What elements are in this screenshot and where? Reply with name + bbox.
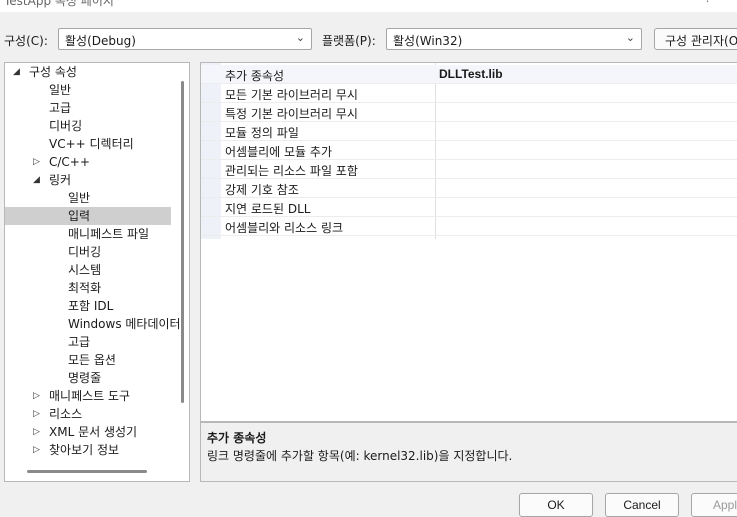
tree-item-label: VC++ 디렉터리 <box>49 137 134 151</box>
property-tree[interactable]: ◢ 구성 속성 일반 고급 디버깅 VC++ 디렉터리 ▷ C/C++ ◢ 링커 일반 입력 매니페스트… <box>4 62 190 482</box>
apply-button[interactable]: Apply <box>691 493 737 517</box>
triangle-right-icon[interactable]: ▷ <box>33 423 40 441</box>
tree-item[interactable]: 디버깅 <box>5 243 171 261</box>
triangle-right-icon[interactable]: ▷ <box>33 153 40 171</box>
help-button[interactable]: ? <box>705 0 711 5</box>
tree-item-label: 일반 <box>49 83 72 97</box>
config-select-value: 활성(Debug) <box>65 34 136 48</box>
config-label: 구성(C): <box>4 34 48 48</box>
tree-item[interactable]: ▷ 리소스 <box>5 405 171 423</box>
property-name: 어셈블리에 모듈 추가 <box>225 145 332 159</box>
ok-button[interactable]: OK <box>519 493 593 517</box>
tree-item-label: XML 문서 생성기 <box>49 425 138 439</box>
tree-item-label: 입력 <box>68 209 91 223</box>
tree-item-label: 고급 <box>68 335 91 349</box>
property-row[interactable]: 어셈블리와 리소스 링크 <box>201 217 737 236</box>
tree-item[interactable]: ▷ XML 문서 생성기 <box>5 423 171 441</box>
property-row[interactable]: 관리되는 리소스 파일 포함 <box>201 160 737 179</box>
tree-item[interactable]: VC++ 디렉터리 <box>5 135 171 153</box>
tree-item-label: 매니페스트 도구 <box>49 389 131 403</box>
tree-item[interactable]: 일반 <box>5 189 171 207</box>
tree-item-label: 최적화 <box>68 281 102 295</box>
property-row[interactable]: 모듈 정의 파일 <box>201 122 737 141</box>
property-row[interactable]: 어셈블리에 모듈 추가 <box>201 141 737 160</box>
tree-item-label: 디버깅 <box>49 119 83 133</box>
chevron-down-icon: ⌄ <box>625 31 635 44</box>
tree-item[interactable]: ◢ 링커 <box>5 171 171 189</box>
config-select[interactable]: 활성(Debug) ⌄ <box>58 28 312 50</box>
tree-item[interactable]: 고급 <box>5 333 171 351</box>
platform-select[interactable]: 활성(Win32) ⌄ <box>386 28 642 50</box>
tree-vertical-scrollbar[interactable] <box>181 81 184 403</box>
ok-button-label: OK <box>547 498 565 512</box>
tree-item-label: 리소스 <box>49 407 83 421</box>
tree-item[interactable]: 포함 IDL <box>5 297 171 315</box>
property-name: 추가 종속성 <box>225 69 285 83</box>
tree-item[interactable]: 최적화 <box>5 279 171 297</box>
configuration-row: 구성(C): 활성(Debug) ⌄ 플랫폼(P): 활성(Win32) ⌄ 구… <box>0 28 737 52</box>
tree-item[interactable]: ▷ 매니페스트 도구 <box>5 387 171 405</box>
configuration-manager-label: 구성 관리자(O <box>665 34 737 48</box>
tree-item[interactable]: 디버깅 <box>5 117 171 135</box>
tree-item[interactable]: 시스템 <box>5 261 171 279</box>
property-name: 강제 기호 참조 <box>225 183 299 197</box>
description-text: 링크 명령줄에 추가할 항목(예: kernel32.lib)을 지정합니다. <box>207 449 513 463</box>
tree-item[interactable]: Windows 메타데이터 <box>5 315 181 333</box>
tree-horizontal-scrollbar[interactable] <box>27 470 147 473</box>
tree-item-label: 찾아보기 정보 <box>49 443 120 457</box>
property-row[interactable]: 모든 기본 라이브러리 무시 <box>201 84 737 103</box>
tree-item[interactable]: 일반 <box>5 81 171 99</box>
tree-item[interactable]: 고급 <box>5 99 171 117</box>
property-name: 특정 기본 라이브러리 무시 <box>225 107 358 121</box>
tree-item-label: C/C++ <box>49 155 90 169</box>
configuration-manager-button[interactable]: 구성 관리자(O <box>654 28 737 50</box>
tree-item-label: 일반 <box>68 191 91 205</box>
property-grid: 추가 종속성 DLLTest.lib 모든 기본 라이브러리 무시특정 기본 라이브… <box>200 62 737 422</box>
property-row[interactable]: 강제 기호 참조 <box>201 179 737 198</box>
property-name: 어셈블리와 리소스 링크 <box>225 221 344 235</box>
property-row[interactable]: 특정 기본 라이브러리 무시 <box>201 103 737 122</box>
chevron-down-icon: ⌄ <box>295 31 305 44</box>
description-title: 추가 종속성 <box>207 431 267 445</box>
property-value[interactable]: DLLTest.lib <box>439 67 503 81</box>
tree-item[interactable]: ▷ C/C++ <box>5 153 171 171</box>
apply-button-label: Apply <box>712 498 737 512</box>
triangle-right-icon[interactable]: ▷ <box>33 387 40 405</box>
tree-item-label: 디버깅 <box>68 245 102 259</box>
tree-item-label: 링커 <box>49 173 72 187</box>
tree-item-label: 모든 옵션 <box>68 353 116 367</box>
tree-item-label: 시스템 <box>68 263 102 277</box>
tree-item-label: 매니페스트 파일 <box>68 227 150 241</box>
triangle-down-icon[interactable]: ◢ <box>13 63 20 81</box>
cancel-button[interactable]: Cancel <box>605 493 679 517</box>
triangle-down-icon[interactable]: ◢ <box>33 171 40 189</box>
tree-item[interactable]: ◢ 구성 속성 <box>5 63 171 81</box>
property-name: 모든 기본 라이브러리 무시 <box>225 88 358 102</box>
title-bar: TestApp 속성 페이지 ? <box>0 0 737 12</box>
cancel-button-label: Cancel <box>623 498 661 512</box>
description-panel: 추가 종속성 링크 명령줄에 추가할 항목(예: kernel32.lib)을 … <box>200 422 737 482</box>
window-title: TestApp 속성 페이지 <box>4 0 114 8</box>
tree-item-label: Windows 메타데이터 <box>68 317 181 331</box>
triangle-right-icon[interactable]: ▷ <box>33 441 40 459</box>
tree-item-label: 고급 <box>49 101 72 115</box>
property-name: 모듈 정의 파일 <box>225 126 299 140</box>
property-row[interactable]: 지연 로드된 DLL <box>201 198 737 217</box>
property-name: 지연 로드된 DLL <box>225 202 311 216</box>
tree-item[interactable]: 입력 <box>5 207 171 225</box>
tree-item-label: 포함 IDL <box>68 299 114 313</box>
tree-item[interactable]: 명령줄 <box>5 369 171 387</box>
tree-item-label: 명령줄 <box>68 371 102 385</box>
tree-item[interactable]: 매니페스트 파일 <box>5 225 171 243</box>
tree-item-label: 구성 속성 <box>29 65 77 79</box>
platform-select-value: 활성(Win32) <box>393 34 463 48</box>
property-name: 관리되는 리소스 파일 포함 <box>225 164 358 178</box>
tree-item[interactable]: ▷ 찾아보기 정보 <box>5 441 171 459</box>
platform-label: 플랫폼(P): <box>322 34 376 48</box>
tree-item[interactable]: 모든 옵션 <box>5 351 171 369</box>
triangle-right-icon[interactable]: ▷ <box>33 405 40 423</box>
property-row[interactable]: 추가 종속성 DLLTest.lib <box>201 65 737 84</box>
